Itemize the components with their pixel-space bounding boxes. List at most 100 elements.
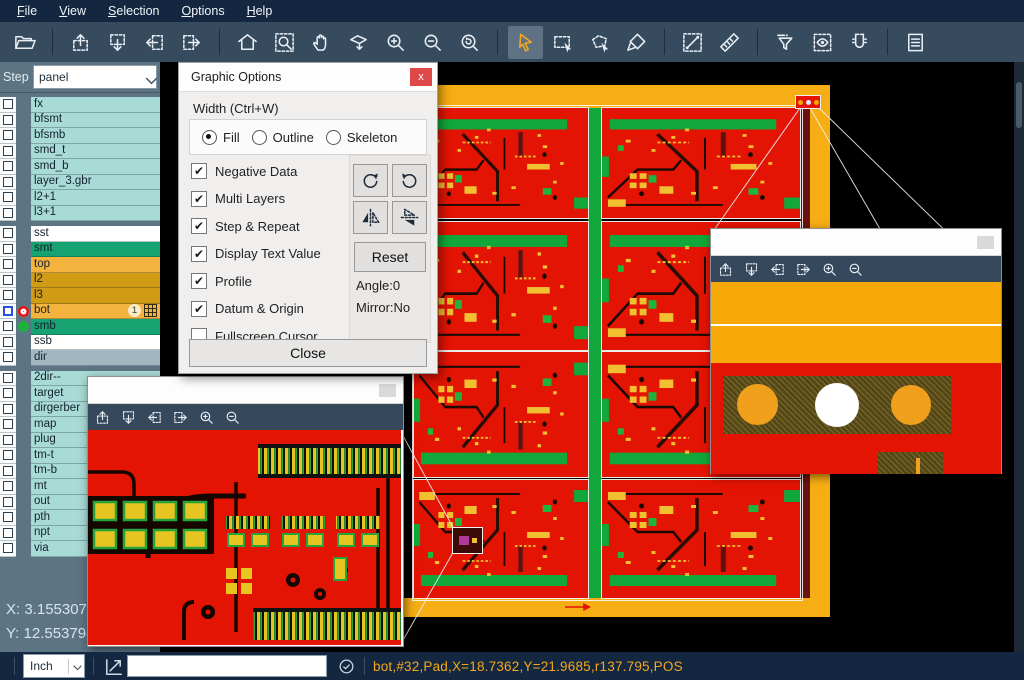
pan-right-button[interactable] [795,261,812,278]
layer-checkbox[interactable] [0,433,16,449]
pan-up-button[interactable] [717,261,734,278]
zoom-in-button[interactable] [821,261,838,278]
dialog-titlebar[interactable]: Graphic Options x [179,63,437,92]
layer-checkbox[interactable] [0,495,16,511]
magnifier-1-titlebar[interactable] [711,229,1001,256]
layer-label[interactable]: bfsmt [31,113,160,129]
home-button[interactable] [230,26,265,59]
layer-checkbox[interactable] [0,226,16,242]
layer-checkbox[interactable] [0,510,16,526]
layer-label[interactable]: sst [31,226,160,242]
layer-checkbox[interactable] [0,273,16,289]
brush-button[interactable] [619,26,654,59]
view-options-button[interactable] [805,26,840,59]
layer-checkbox[interactable] [0,175,16,191]
layer-label[interactable]: bot1 [31,304,160,320]
mirror-h-button[interactable] [392,201,427,234]
layer-label[interactable]: smd_t [31,144,160,160]
rect-select-button[interactable] [545,26,580,59]
layer-row-top[interactable]: top [0,257,160,273]
layer-checkbox[interactable] [0,304,16,320]
corner-measure-icon[interactable] [102,656,123,677]
layer-row-smt[interactable]: smt [0,242,160,258]
layer-checkbox[interactable] [0,386,16,402]
radio-outline[interactable]: Outline [252,130,314,145]
zoom-in-button[interactable] [378,26,413,59]
layer-checkbox[interactable] [0,257,16,273]
layer-label[interactable]: l2+1 [31,190,160,206]
zoom-out-button[interactable] [224,409,241,426]
magnifier-window-2[interactable] [87,376,404,647]
layer-row-smb[interactable]: smb [0,319,160,335]
layer-label[interactable]: fx [31,97,160,113]
layer-checkbox[interactable] [0,144,16,160]
pan-hand-button[interactable] [304,26,339,59]
menu-file[interactable]: File [6,0,48,22]
radio-fill[interactable]: Fill [202,130,240,145]
move-view-button[interactable] [341,26,376,59]
layer-checkbox[interactable] [0,371,16,387]
reset-button[interactable]: Reset [354,242,426,272]
layer-row-dir[interactable]: dir [0,350,160,366]
layer-row-l3[interactable]: l3 [0,288,160,304]
checkbox-datum-origin[interactable]: ✔Datum & Origin [191,301,321,317]
layer-label[interactable]: l3+1 [31,206,160,222]
zoom-in-button[interactable] [198,409,215,426]
zoom-out-button[interactable] [415,26,450,59]
layer-row-sst[interactable]: sst [0,226,160,242]
layer-checkbox[interactable] [0,417,16,433]
layer-row-l2+1[interactable]: l2+1 [0,190,160,206]
layer-row-bfsmt[interactable]: bfsmt [0,113,160,129]
close-icon[interactable]: x [410,68,432,86]
checkbox-negative-data[interactable]: ✔Negative Data [191,163,321,179]
layer-label[interactable]: l2 [31,273,160,289]
pan-down-button[interactable] [100,26,135,59]
layer-checkbox[interactable] [0,97,16,113]
layer-checkbox[interactable] [0,319,16,335]
snap-button[interactable] [842,26,877,59]
zoom-previous-button[interactable] [452,26,487,59]
canvas-scrollbar-thumb[interactable] [1016,82,1022,128]
pan-up-button[interactable] [63,26,98,59]
layer-row-bot[interactable]: bot1 [0,304,160,320]
layer-label[interactable]: smb [31,319,160,335]
layer-row-layer_3.gbr[interactable]: layer_3.gbr [0,175,160,191]
checkbox-multi-layers[interactable]: ✔Multi Layers [191,191,321,207]
layer-checkbox[interactable] [0,128,16,144]
pan-left-button[interactable] [769,261,786,278]
checkbox-step-repeat[interactable]: ✔Step & Repeat [191,218,321,234]
layer-checkbox[interactable] [0,464,16,480]
layer-label[interactable]: smt [31,242,160,258]
mirror-v-button[interactable] [353,201,388,234]
pan-down-button[interactable] [120,409,137,426]
rotate-ccw-button[interactable] [392,164,427,197]
layer-checkbox[interactable] [0,448,16,464]
layer-checkbox[interactable] [0,526,16,542]
layer-row-l2[interactable]: l2 [0,273,160,289]
magnifier-window-1[interactable] [710,228,1002,474]
open-folder-button[interactable] [7,26,42,59]
select-cursor-button[interactable] [508,26,543,59]
menu-view[interactable]: View [48,0,97,22]
layer-row-bfsmb[interactable]: bfsmb [0,128,160,144]
layer-label[interactable]: smd_b [31,159,160,175]
menu-help[interactable]: Help [236,0,284,22]
polygon-select-button[interactable] [582,26,617,59]
layer-label[interactable]: ssb [31,335,160,351]
menu-options[interactable]: Options [170,0,235,22]
measure-line-button[interactable] [675,26,710,59]
report-button[interactable] [898,26,933,59]
layer-checkbox[interactable] [0,242,16,258]
layer-checkbox[interactable] [0,479,16,495]
command-input[interactable] [127,655,327,677]
pan-up-button[interactable] [94,409,111,426]
layer-checkbox[interactable] [0,190,16,206]
layer-label[interactable]: bfsmb [31,128,160,144]
pan-left-button[interactable] [146,409,163,426]
zoom-out-button[interactable] [847,261,864,278]
magnifier-2-titlebar[interactable] [88,377,403,404]
layer-row-l3+1[interactable]: l3+1 [0,206,160,222]
sync-icon[interactable] [337,657,356,676]
graphic-options-dialog[interactable]: Graphic Options x Width (Ctrl+W) FillOut… [178,62,438,374]
layer-row-fx[interactable]: fx [0,97,160,113]
